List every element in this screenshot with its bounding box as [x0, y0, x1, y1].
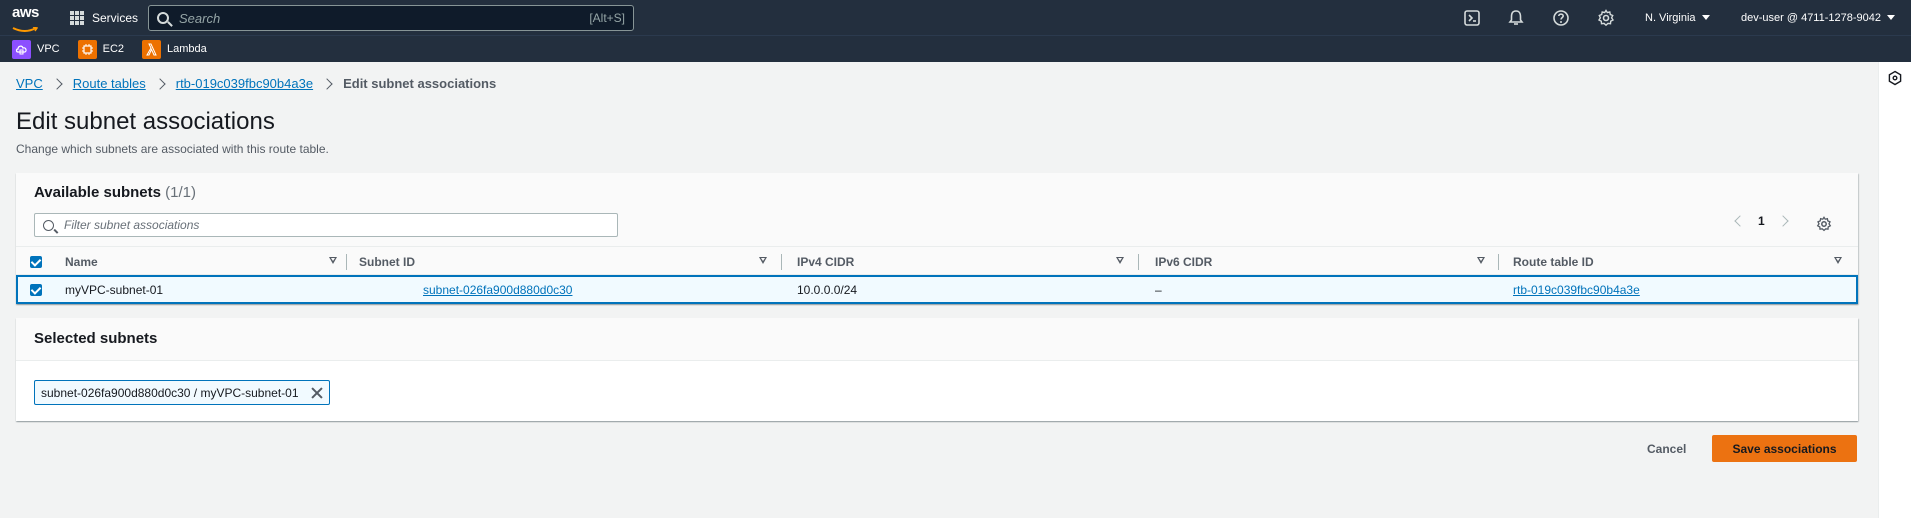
column-header-route-table-id-label: Route table ID [1513, 254, 1594, 269]
ec2-icon [77, 39, 97, 59]
save-associations-button[interactable]: Save associations [1712, 435, 1857, 462]
settings-gear-icon[interactable] [1597, 9, 1615, 27]
previous-page-icon[interactable] [1734, 215, 1746, 227]
aws-logo[interactable]: aws [12, 4, 44, 32]
available-subnets-title-text: Available subnets [34, 184, 161, 201]
breadcrumb-chevron-icon [154, 77, 166, 90]
account-caret-icon [1887, 15, 1895, 20]
breadcrumb-current: Edit subnet associations [343, 76, 497, 91]
column-divider[interactable] [1138, 254, 1139, 270]
column-header-ipv4-cidr-label: IPv4 CIDR [797, 254, 855, 269]
info-panel-icon[interactable] [1887, 70, 1903, 86]
breadcrumb-chevron-icon [321, 77, 333, 90]
column-header-subnet-id-label: Subnet ID [359, 254, 415, 269]
checkbox-checked-icon [30, 255, 42, 268]
sort-down-icon[interactable] [1477, 257, 1485, 264]
favorite-ec2[interactable]: EC2 [77, 39, 125, 59]
favorite-vpc[interactable]: VPC [12, 39, 60, 59]
table-row[interactable]: myVPC-subnet-01 subnet-026fa900d880d0c30… [16, 275, 1858, 304]
column-header-ipv6-cidr[interactable]: IPv6 CIDR [1155, 247, 1212, 276]
column-divider[interactable] [781, 254, 782, 270]
breadcrumb-vpc-link[interactable]: VPC [16, 76, 43, 91]
cancel-button[interactable]: Cancel [1633, 435, 1700, 462]
current-page-number[interactable]: 1 [1758, 214, 1765, 228]
breadcrumb-route-table-id-link[interactable]: rtb-019c039fbc90b4a3e [176, 76, 313, 91]
selected-subnets-title: Selected subnets [34, 330, 158, 347]
available-subnets-header: Available subnets (1/1) Filter subnet as… [16, 173, 1858, 246]
vpc-icon [12, 39, 31, 59]
cell-ipv6-cidr: – [1155, 282, 1162, 297]
row-select-checkbox[interactable] [30, 277, 42, 302]
cell-subnet-id-link[interactable]: subnet-026fa900d880d0c30 [423, 277, 572, 302]
selected-subnets-header: Selected subnets [16, 318, 1858, 361]
favorite-lambda[interactable]: Lambda [142, 39, 207, 59]
lambda-icon [142, 39, 162, 59]
table-preferences-gear-icon[interactable] [1816, 216, 1832, 232]
search-shortcut-hint: [Alt+S] [589, 11, 625, 25]
cell-name: myVPC-subnet-01 [65, 282, 164, 297]
sort-down-icon[interactable] [759, 257, 767, 264]
breadcrumb-route-tables-link[interactable]: Route tables [73, 76, 146, 91]
page-description: Change which subnets are associated with… [16, 142, 329, 156]
cloudshell-icon[interactable] [1463, 9, 1481, 27]
remove-token-close-icon[interactable] [311, 387, 323, 399]
sort-down-icon[interactable] [1834, 257, 1842, 264]
select-all-checkbox[interactable] [30, 247, 42, 276]
favorite-ec2-label: EC2 [102, 43, 125, 55]
account-menu[interactable]: dev-user @ 4711-1278-9042 [1741, 0, 1895, 35]
favorite-vpc-label: VPC [37, 43, 60, 55]
region-caret-icon [1701, 15, 1710, 20]
page-title: Edit subnet associations [16, 108, 275, 135]
column-header-ipv6-cidr-label: IPv6 CIDR [1155, 254, 1213, 269]
column-divider[interactable] [346, 254, 347, 270]
column-header-name-label: Name [65, 254, 98, 269]
available-subnets-title: Available subnets (1/1) [34, 184, 196, 201]
column-divider[interactable] [1498, 254, 1499, 270]
services-grid-icon [70, 10, 84, 25]
available-subnets-count: (1/1) [165, 184, 197, 201]
sort-down-icon[interactable] [329, 257, 337, 264]
search-icon [157, 12, 169, 24]
aws-smile-icon [12, 26, 39, 32]
column-header-name[interactable]: Name [65, 247, 98, 276]
available-subnets-panel: Available subnets (1/1) Filter subnet as… [16, 173, 1858, 304]
column-header-subnet-id[interactable]: Subnet ID [359, 247, 415, 276]
top-navigation: aws Services Search [Alt+S] N. Virginia [0, 0, 1911, 35]
selected-subnets-panel: Selected subnets subnet-026fa900d880d0c3… [16, 318, 1858, 421]
breadcrumb-chevron-icon [51, 77, 63, 90]
column-header-ipv4-cidr[interactable]: IPv4 CIDR [797, 247, 854, 276]
cell-route-table-id-link[interactable]: rtb-019c039fbc90b4a3e [1513, 277, 1640, 302]
sort-down-icon[interactable] [1116, 257, 1124, 264]
account-label: dev-user @ 4711-1278-9042 [1741, 11, 1881, 24]
breadcrumb: VPC Route tables rtb-019c039fbc90b4a3e E… [16, 76, 496, 91]
selected-subnet-token-label: subnet-026fa900d880d0c30 / myVPC-subnet-… [41, 385, 299, 400]
help-icon[interactable] [1552, 9, 1570, 27]
services-menu-button[interactable]: Services [70, 0, 138, 35]
search-placeholder: Search [179, 10, 221, 26]
favorite-lambda-label: Lambda [167, 43, 207, 55]
favorites-bar: VPC EC2 Lambda [0, 35, 1911, 62]
region-label: N. Virginia [1645, 11, 1696, 24]
next-page-icon[interactable] [1777, 215, 1789, 227]
right-side-rail [1878, 62, 1911, 518]
region-selector[interactable]: N. Virginia [1645, 0, 1710, 35]
global-search-input[interactable]: Search [Alt+S] [148, 5, 634, 31]
filter-subnet-associations-input[interactable]: Filter subnet associations [34, 213, 618, 237]
cell-ipv4-cidr: 10.0.0.0/24 [797, 282, 858, 297]
aws-logo-text: aws [12, 4, 39, 21]
column-header-route-table-id[interactable]: Route table ID [1513, 247, 1594, 276]
selected-subnet-token: subnet-026fa900d880d0c30 / myVPC-subnet-… [34, 380, 330, 405]
filter-placeholder: Filter subnet associations [64, 218, 200, 232]
pagination: 1 [1734, 214, 1789, 228]
checkbox-checked-icon [30, 283, 42, 296]
table-header: Name Subnet ID IPv4 CIDR IPv6 CIDR Route… [16, 246, 1858, 275]
notifications-bell-icon[interactable] [1507, 9, 1525, 27]
search-icon [43, 219, 54, 231]
services-label: Services [92, 10, 139, 25]
